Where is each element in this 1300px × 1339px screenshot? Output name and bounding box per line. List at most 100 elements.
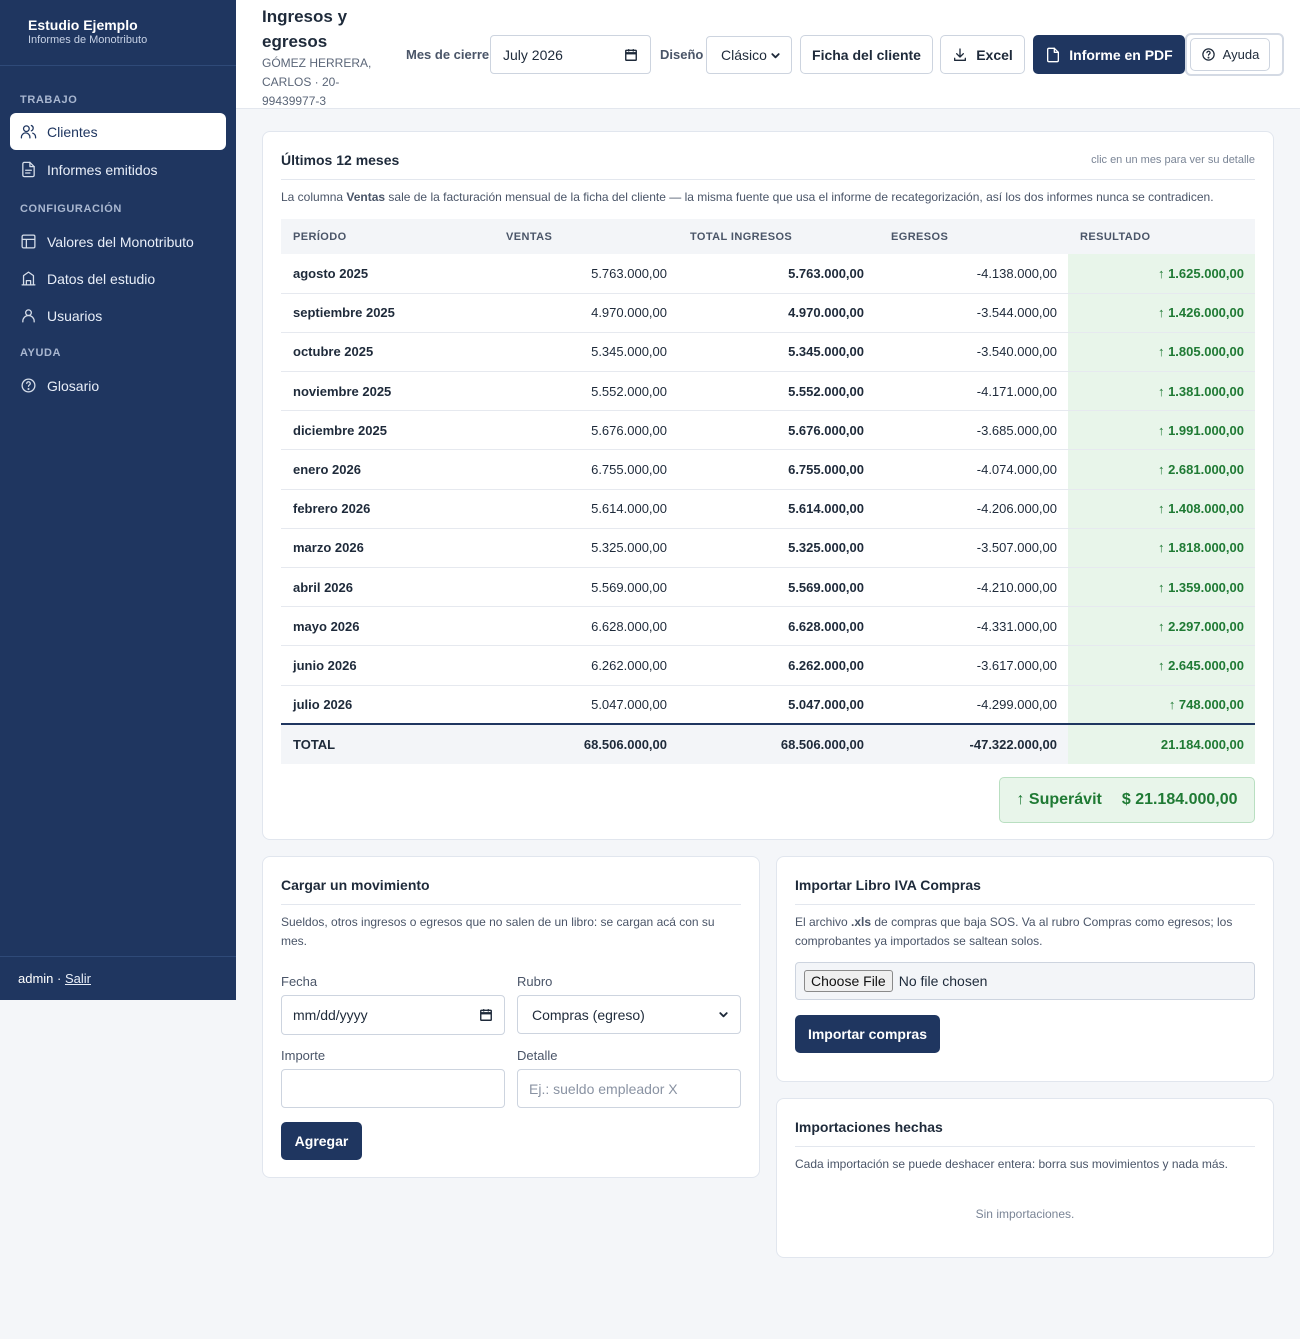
egresos-cell: -3.540.000,00 — [875, 332, 1068, 373]
column-header: Egresos — [875, 219, 1068, 254]
ventas-cell: 5.345.000,00 — [482, 332, 678, 373]
period-cell: noviembre 2025 — [281, 371, 482, 412]
table-row[interactable]: enero 2026 6.755.000,00 6.755.000,00 -4.074… — [281, 449, 1255, 490]
period-cell: abril 2026 — [281, 567, 482, 608]
import-iva-description-text: El archivo — [795, 915, 852, 929]
table-row[interactable]: julio 2026 5.047.000,00 5.047.000,00 -4.299… — [281, 685, 1255, 725]
table-row[interactable]: junio 2026 6.262.000,00 6.262.000,00 -3.617… — [281, 645, 1255, 686]
sidebar-item-datos[interactable]: Datos del estudio — [10, 260, 226, 297]
import-iva-description: El archivo .xls de compras que baja SOS.… — [795, 913, 1250, 951]
egresos-cell: -4.074.000,00 — [875, 449, 1068, 490]
table-row[interactable]: mayo 2026 6.628.000,00 6.628.000,00 -4.331.… — [281, 606, 1255, 647]
resultado-cell: ↑ 1.381.000,00 — [1068, 371, 1255, 412]
movement-card: Cargar un movimiento Sueldos, otros ingr… — [262, 856, 760, 1178]
sidebar-item-label: Datos del estudio — [47, 270, 156, 287]
table-row[interactable]: agosto 2025 5.763.000,00 5.763.000,00 -4.13… — [281, 254, 1255, 294]
column-header: Total ingresos — [678, 219, 875, 254]
download-icon — [954, 47, 967, 61]
total-cell: 5.763.000,00 — [678, 254, 875, 294]
fecha-placeholder: mm/dd/yyyy — [293, 1007, 368, 1023]
imports-done-title: Importaciones hechas — [795, 1119, 943, 1135]
fecha-label: Fecha — [281, 974, 318, 989]
resultado-cell: ↑ 748.000,00 — [1068, 685, 1255, 725]
calendar-icon[interactable] — [479, 1008, 493, 1022]
total-cell: 4.970.000,00 — [678, 293, 875, 333]
brand-title: Estudio Ejemplo — [28, 17, 138, 33]
month-value: July 2026 — [503, 46, 563, 63]
ventas-cell: 5.614.000,00 — [482, 489, 678, 529]
client-file-button-label: Ficha del cliente — [812, 46, 921, 63]
table-row[interactable]: noviembre 2025 5.552.000,00 5.552.000,00 -4… — [281, 371, 1255, 412]
ventas-cell: 5.552.000,00 — [482, 371, 678, 412]
ventas-cell: 5.569.000,00 — [482, 567, 678, 608]
sidebar-item-informes[interactable]: Informes emitidos — [10, 151, 226, 188]
detalle-input[interactable]: Ej.: sueldo empleador X — [517, 1069, 741, 1108]
period-cell: febrero 2026 — [281, 489, 482, 529]
total-cell: 6.628.000,00 — [678, 606, 875, 647]
choose-file-button[interactable]: Choose File — [804, 970, 893, 992]
excel-button[interactable]: Excel — [940, 35, 1025, 74]
import-purchases-button[interactable]: Importar compras — [795, 1015, 940, 1053]
users-icon — [20, 124, 37, 139]
ventas-cell: 6.755.000,00 — [482, 449, 678, 490]
design-select[interactable]: Clásico — [706, 36, 792, 74]
help-button-focus-ring: Ayuda — [1185, 33, 1284, 76]
client-file-button[interactable]: Ficha del cliente — [800, 35, 933, 74]
ventas-cell: 5.325.000,00 — [482, 528, 678, 569]
total-cell: 5.345.000,00 — [678, 332, 875, 373]
help-button[interactable]: Ayuda — [1190, 38, 1270, 71]
egresos-cell: -3.507.000,00 — [875, 528, 1068, 569]
section-label-trabajo: Trabajo — [20, 94, 78, 106]
report-description: La columna Ventas sale de la facturación… — [281, 188, 1255, 207]
period-cell: octubre 2025 — [281, 332, 482, 373]
egresos-cell: -4.206.000,00 — [875, 489, 1068, 529]
table-row[interactable]: diciembre 2025 5.676.000,00 5.676.000,00 -3… — [281, 410, 1255, 451]
report-card-header: Últimos 12 meses clic en un mes para ver… — [281, 132, 1255, 180]
month-label: Mes de cierre — [406, 47, 490, 62]
table-row[interactable]: octubre 2025 5.345.000,00 5.345.000,00 -3.5… — [281, 332, 1255, 373]
calendar-icon[interactable] — [624, 48, 638, 62]
rubro-select[interactable]: Compras (egreso) — [517, 995, 741, 1034]
sidebar-item-clientes[interactable]: Clientes — [10, 113, 226, 150]
sidebar-item-usuarios[interactable]: Usuarios — [10, 297, 226, 334]
chevron-down-icon — [771, 52, 780, 58]
period-cell: diciembre 2025 — [281, 410, 482, 451]
egresos-cell: -3.685.000,00 — [875, 410, 1068, 451]
resultado-cell: ↑ 1.991.000,00 — [1068, 410, 1255, 451]
ventas-cell: 6.262.000,00 — [482, 645, 678, 686]
resultado-cell: ↑ 1.408.000,00 — [1068, 489, 1255, 529]
add-movement-button[interactable]: Agregar — [281, 1122, 362, 1160]
sidebar-item-label: Valores del Monotributo — [47, 233, 194, 250]
pdf-report-button[interactable]: Informe en PDF — [1033, 35, 1185, 74]
ventas-cell: 5.763.000,00 — [482, 254, 678, 294]
month-input[interactable]: July 2026 — [490, 35, 651, 74]
total-label: TOTAL — [281, 723, 482, 765]
table-row[interactable]: febrero 2026 5.614.000,00 5.614.000,00 -4.2… — [281, 489, 1255, 529]
brand-subtitle: Informes de Monotributo — [28, 34, 148, 46]
sidebar-item-label: Usuarios — [47, 307, 103, 324]
importe-input[interactable] — [281, 1069, 505, 1108]
report-title: Últimos 12 meses — [281, 152, 400, 168]
sidebar-item-glosario[interactable]: Glosario — [10, 367, 226, 404]
table-row[interactable]: septiembre 2025 4.970.000,00 4.970.000,00-… — [281, 293, 1255, 333]
surplus-badge: ↑ Superávit $ 21.184.000,00 — [999, 777, 1255, 823]
report-hint: clic en un mes para ver su detalle — [1091, 154, 1255, 166]
detalle-label: Detalle — [517, 1048, 558, 1063]
table-row[interactable]: marzo 2026 5.325.000,00 5.325.000,00 -3.507… — [281, 528, 1255, 569]
total-egresos: -47.322.000,00 — [875, 723, 1068, 765]
sidebar-item-label: Glosario — [47, 377, 100, 394]
resultado-cell: ↑ 1.359.000,00 — [1068, 567, 1255, 608]
sidebar-item-valores[interactable]: Valores del Monotributo — [10, 223, 226, 260]
header: Ingresos y egresos GÓMEZ HERRERA, CARLOS… — [236, 0, 1300, 109]
resultado-cell: ↑ 2.681.000,00 — [1068, 449, 1255, 490]
egresos-cell: -4.171.000,00 — [875, 371, 1068, 412]
resultado-cell: ↑ 1.426.000,00 — [1068, 293, 1255, 333]
table-row[interactable]: abril 2026 5.569.000,00 5.569.000,00 -4.210… — [281, 567, 1255, 608]
fecha-input[interactable]: mm/dd/yyyy — [281, 995, 505, 1035]
file-input[interactable]: Choose File No file chosen — [795, 962, 1255, 1000]
egresos-cell: -4.138.000,00 — [875, 254, 1068, 294]
rubro-value: Compras (egreso) — [532, 1006, 645, 1023]
logout-link[interactable]: Salir — [65, 971, 91, 986]
period-cell: junio 2026 — [281, 645, 482, 686]
total-cell: 5.569.000,00 — [678, 567, 875, 608]
